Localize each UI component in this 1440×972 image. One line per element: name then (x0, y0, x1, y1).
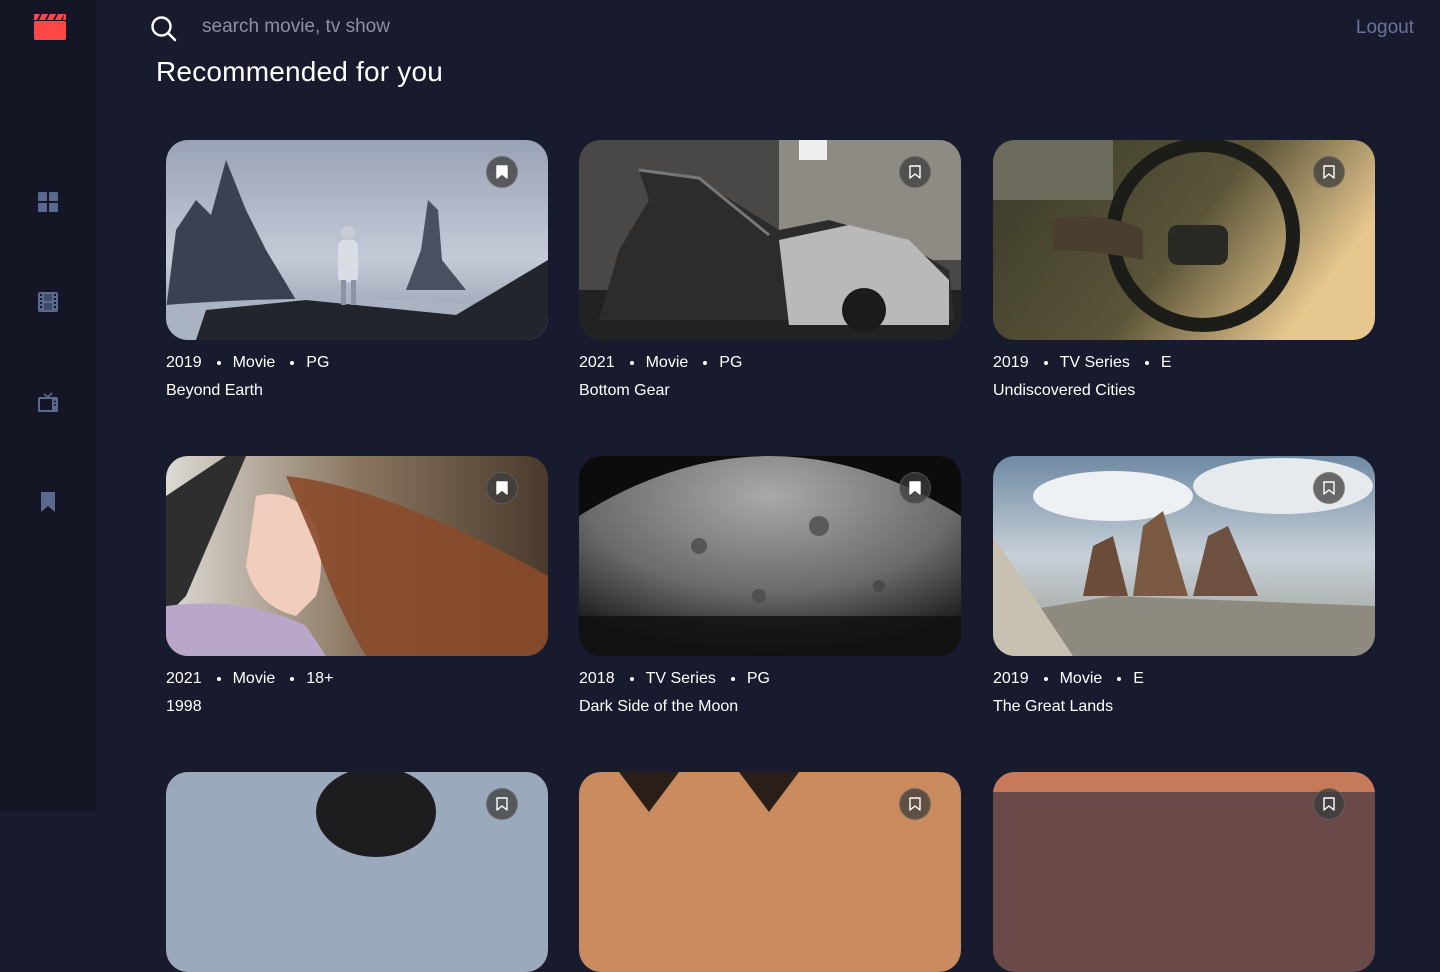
bookmark-toggle[interactable] (486, 472, 518, 504)
bookmark-toggle[interactable] (486, 156, 518, 188)
thumbnail[interactable] (993, 140, 1375, 340)
card-rating: E (1160, 354, 1172, 371)
bookmark-icon (496, 481, 508, 495)
bookmark-icon (41, 492, 55, 512)
card-year: 2021 (579, 354, 615, 371)
separator-dot (290, 361, 295, 365)
card-year: 2019 (993, 354, 1029, 371)
bookmark-icon (1323, 481, 1335, 495)
card-category: TV Series (1059, 354, 1130, 371)
clapperboard-icon[interactable] (34, 12, 66, 40)
grid-icon (38, 192, 58, 212)
separator-dot (1043, 677, 1048, 681)
search-input[interactable] (200, 8, 764, 46)
bookmark-toggle[interactable] (899, 788, 931, 820)
separator-dot (1043, 361, 1048, 365)
card-category: Movie (645, 354, 689, 371)
separator-dot (629, 677, 634, 681)
card-year: 2019 (993, 670, 1029, 687)
thumbnail[interactable] (579, 456, 961, 656)
separator-dot (216, 361, 221, 365)
bookmark-icon (496, 165, 508, 179)
search-icon[interactable] (150, 15, 178, 43)
card-meta: 2019 TV Series E (993, 354, 1375, 372)
card-title[interactable]: Undiscovered Cities (993, 382, 1375, 400)
card-rating: 18+ (306, 670, 334, 687)
card-meta: 2021 Movie PG (579, 354, 961, 372)
separator-dot (629, 361, 634, 365)
bookmark-toggle[interactable] (486, 788, 518, 820)
card-year: 2021 (166, 670, 202, 687)
thumbnail[interactable] (579, 140, 961, 340)
separator-dot (290, 677, 295, 681)
sidebar-item-movies[interactable] (36, 290, 60, 314)
media-card[interactable] (166, 772, 548, 972)
card-category: Movie (232, 354, 276, 371)
card-category: TV Series (645, 670, 716, 687)
sidebar (0, 0, 96, 811)
card-meta: 2019 Movie E (993, 670, 1375, 688)
thumbnail[interactable] (993, 456, 1375, 656)
media-card[interactable]: 2019 Movie PG Beyond Earth (166, 140, 548, 400)
separator-dot (703, 361, 708, 365)
bookmark-icon (1323, 165, 1335, 179)
bookmark-toggle[interactable] (1313, 472, 1345, 504)
separator-dot (1144, 361, 1149, 365)
media-card[interactable]: 2021 Movie 18+ 1998 (166, 456, 548, 716)
card-category: Movie (232, 670, 276, 687)
thumbnail[interactable] (579, 772, 961, 972)
thumbnail[interactable] (166, 772, 548, 972)
sidebar-item-bookmarks[interactable] (36, 490, 60, 514)
sidebar-item-tv-series[interactable] (36, 390, 60, 414)
tv-icon (38, 392, 58, 412)
card-meta: 2021 Movie 18+ (166, 670, 548, 688)
media-card[interactable] (993, 772, 1375, 972)
media-card[interactable] (579, 772, 961, 972)
card-rating: PG (719, 354, 743, 371)
media-card[interactable]: 2019 TV Series E Undiscovered Cities (993, 140, 1375, 400)
card-title[interactable]: Bottom Gear (579, 382, 961, 400)
logout-button[interactable]: Logout (1356, 17, 1414, 39)
card-title[interactable]: 1998 (166, 698, 548, 716)
main-content: Logout Recommended for you 2019 (96, 0, 1440, 972)
card-rating: PG (746, 670, 770, 687)
bookmark-toggle[interactable] (1313, 788, 1345, 820)
thumbnail[interactable] (166, 140, 548, 340)
bookmark-toggle[interactable] (1313, 156, 1345, 188)
bookmark-icon (1323, 797, 1335, 811)
bookmark-icon (909, 165, 921, 179)
media-card[interactable]: 2018 TV Series PG Dark Side of the Moon (579, 456, 961, 716)
separator-dot (730, 677, 735, 681)
card-meta: 2019 Movie PG (166, 354, 548, 372)
card-title[interactable]: Dark Side of the Moon (579, 698, 961, 716)
thumbnail[interactable] (993, 772, 1375, 972)
thumbnail[interactable] (166, 456, 548, 656)
page-title: Recommended for you (156, 56, 444, 87)
card-title[interactable]: Beyond Earth (166, 382, 548, 400)
bookmark-toggle[interactable] (899, 156, 931, 188)
separator-dot (1117, 677, 1122, 681)
bookmark-icon (496, 797, 508, 811)
bookmark-icon (909, 797, 921, 811)
card-year: 2018 (579, 670, 615, 687)
bookmark-icon (909, 481, 921, 495)
card-year: 2019 (166, 354, 202, 371)
card-rating: E (1133, 670, 1144, 687)
card-category: Movie (1059, 670, 1103, 687)
card-meta: 2018 TV Series PG (579, 670, 961, 688)
bookmark-toggle[interactable] (899, 472, 931, 504)
separator-dot (216, 677, 221, 681)
film-icon (38, 292, 58, 312)
sidebar-item-home[interactable] (36, 190, 60, 214)
card-title[interactable]: The Great Lands (993, 698, 1375, 716)
media-card[interactable]: 2021 Movie PG Bottom Gear (579, 140, 961, 400)
card-rating: PG (306, 354, 330, 371)
media-card[interactable]: 2019 Movie E The Great Lands (993, 456, 1375, 716)
